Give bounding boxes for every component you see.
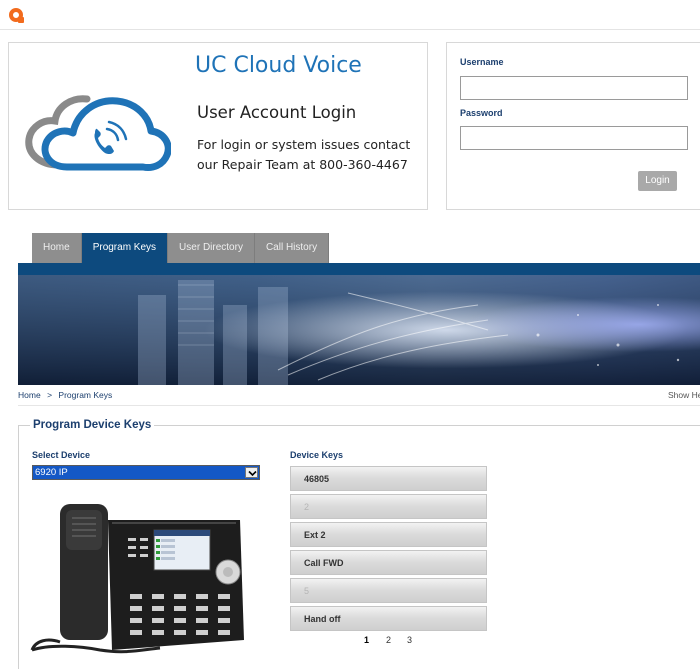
device-key-4[interactable]: Call FWD: [290, 550, 487, 575]
page-link-3[interactable]: 3: [407, 635, 412, 645]
page-link-2[interactable]: 2: [386, 635, 391, 645]
username-label: Username: [460, 57, 504, 67]
device-select-value: 6920 IP: [35, 467, 68, 478]
device-key-6[interactable]: Hand off: [290, 606, 487, 631]
login-panel: Username Password Login: [446, 42, 700, 210]
username-input[interactable]: [460, 76, 688, 100]
breadcrumb-current: Program Keys: [58, 390, 113, 400]
breadcrumb-separator: >: [47, 390, 53, 400]
login-heading: User Account Login: [197, 103, 357, 122]
show-help-link[interactable]: Show He: [668, 390, 700, 400]
device-select[interactable]: 6920 IP: [32, 465, 260, 480]
top-bar: [0, 0, 700, 30]
support-contact-text: For login or system issues contact our R…: [197, 137, 411, 172]
tab-home[interactable]: Home: [32, 233, 82, 263]
desk-phone-image: [30, 504, 244, 654]
select-device-label: Select Device: [32, 450, 91, 460]
breadcrumb: Home > Program Keys: [18, 390, 112, 400]
device-key-3[interactable]: Ext 2: [290, 522, 487, 547]
device-key-5[interactable]: 5: [290, 578, 487, 603]
logo-icon: [9, 8, 24, 23]
breadcrumb-home[interactable]: Home: [18, 390, 41, 400]
banner-strip: [18, 263, 700, 275]
tab-user-directory[interactable]: User Directory: [168, 233, 255, 263]
tab-call-history[interactable]: Call History: [254, 233, 330, 263]
device-key-2[interactable]: 2: [290, 494, 487, 519]
page: UC Cloud Voice User Account Login For lo…: [0, 0, 700, 669]
banner-image: [18, 275, 700, 385]
login-button[interactable]: Login: [638, 171, 677, 191]
page-link-1[interactable]: 1: [364, 635, 369, 645]
divider: [18, 405, 700, 406]
password-input[interactable]: [460, 126, 688, 150]
cloud-phone-icon: [25, 95, 171, 171]
chevron-down-icon[interactable]: [245, 467, 258, 478]
password-label: Password: [460, 108, 503, 118]
tab-program-keys[interactable]: Program Keys: [81, 233, 169, 264]
device-keys-label: Device Keys: [290, 450, 344, 460]
device-key-1[interactable]: 46805: [290, 466, 487, 491]
program-device-keys-title: Program Device Keys: [30, 419, 155, 431]
main-tabs: Home Program Keys User Directory Call Hi…: [32, 233, 330, 264]
brand-panel: UC Cloud Voice User Account Login For lo…: [8, 42, 428, 210]
app-title: UC Cloud Voice: [195, 53, 362, 78]
